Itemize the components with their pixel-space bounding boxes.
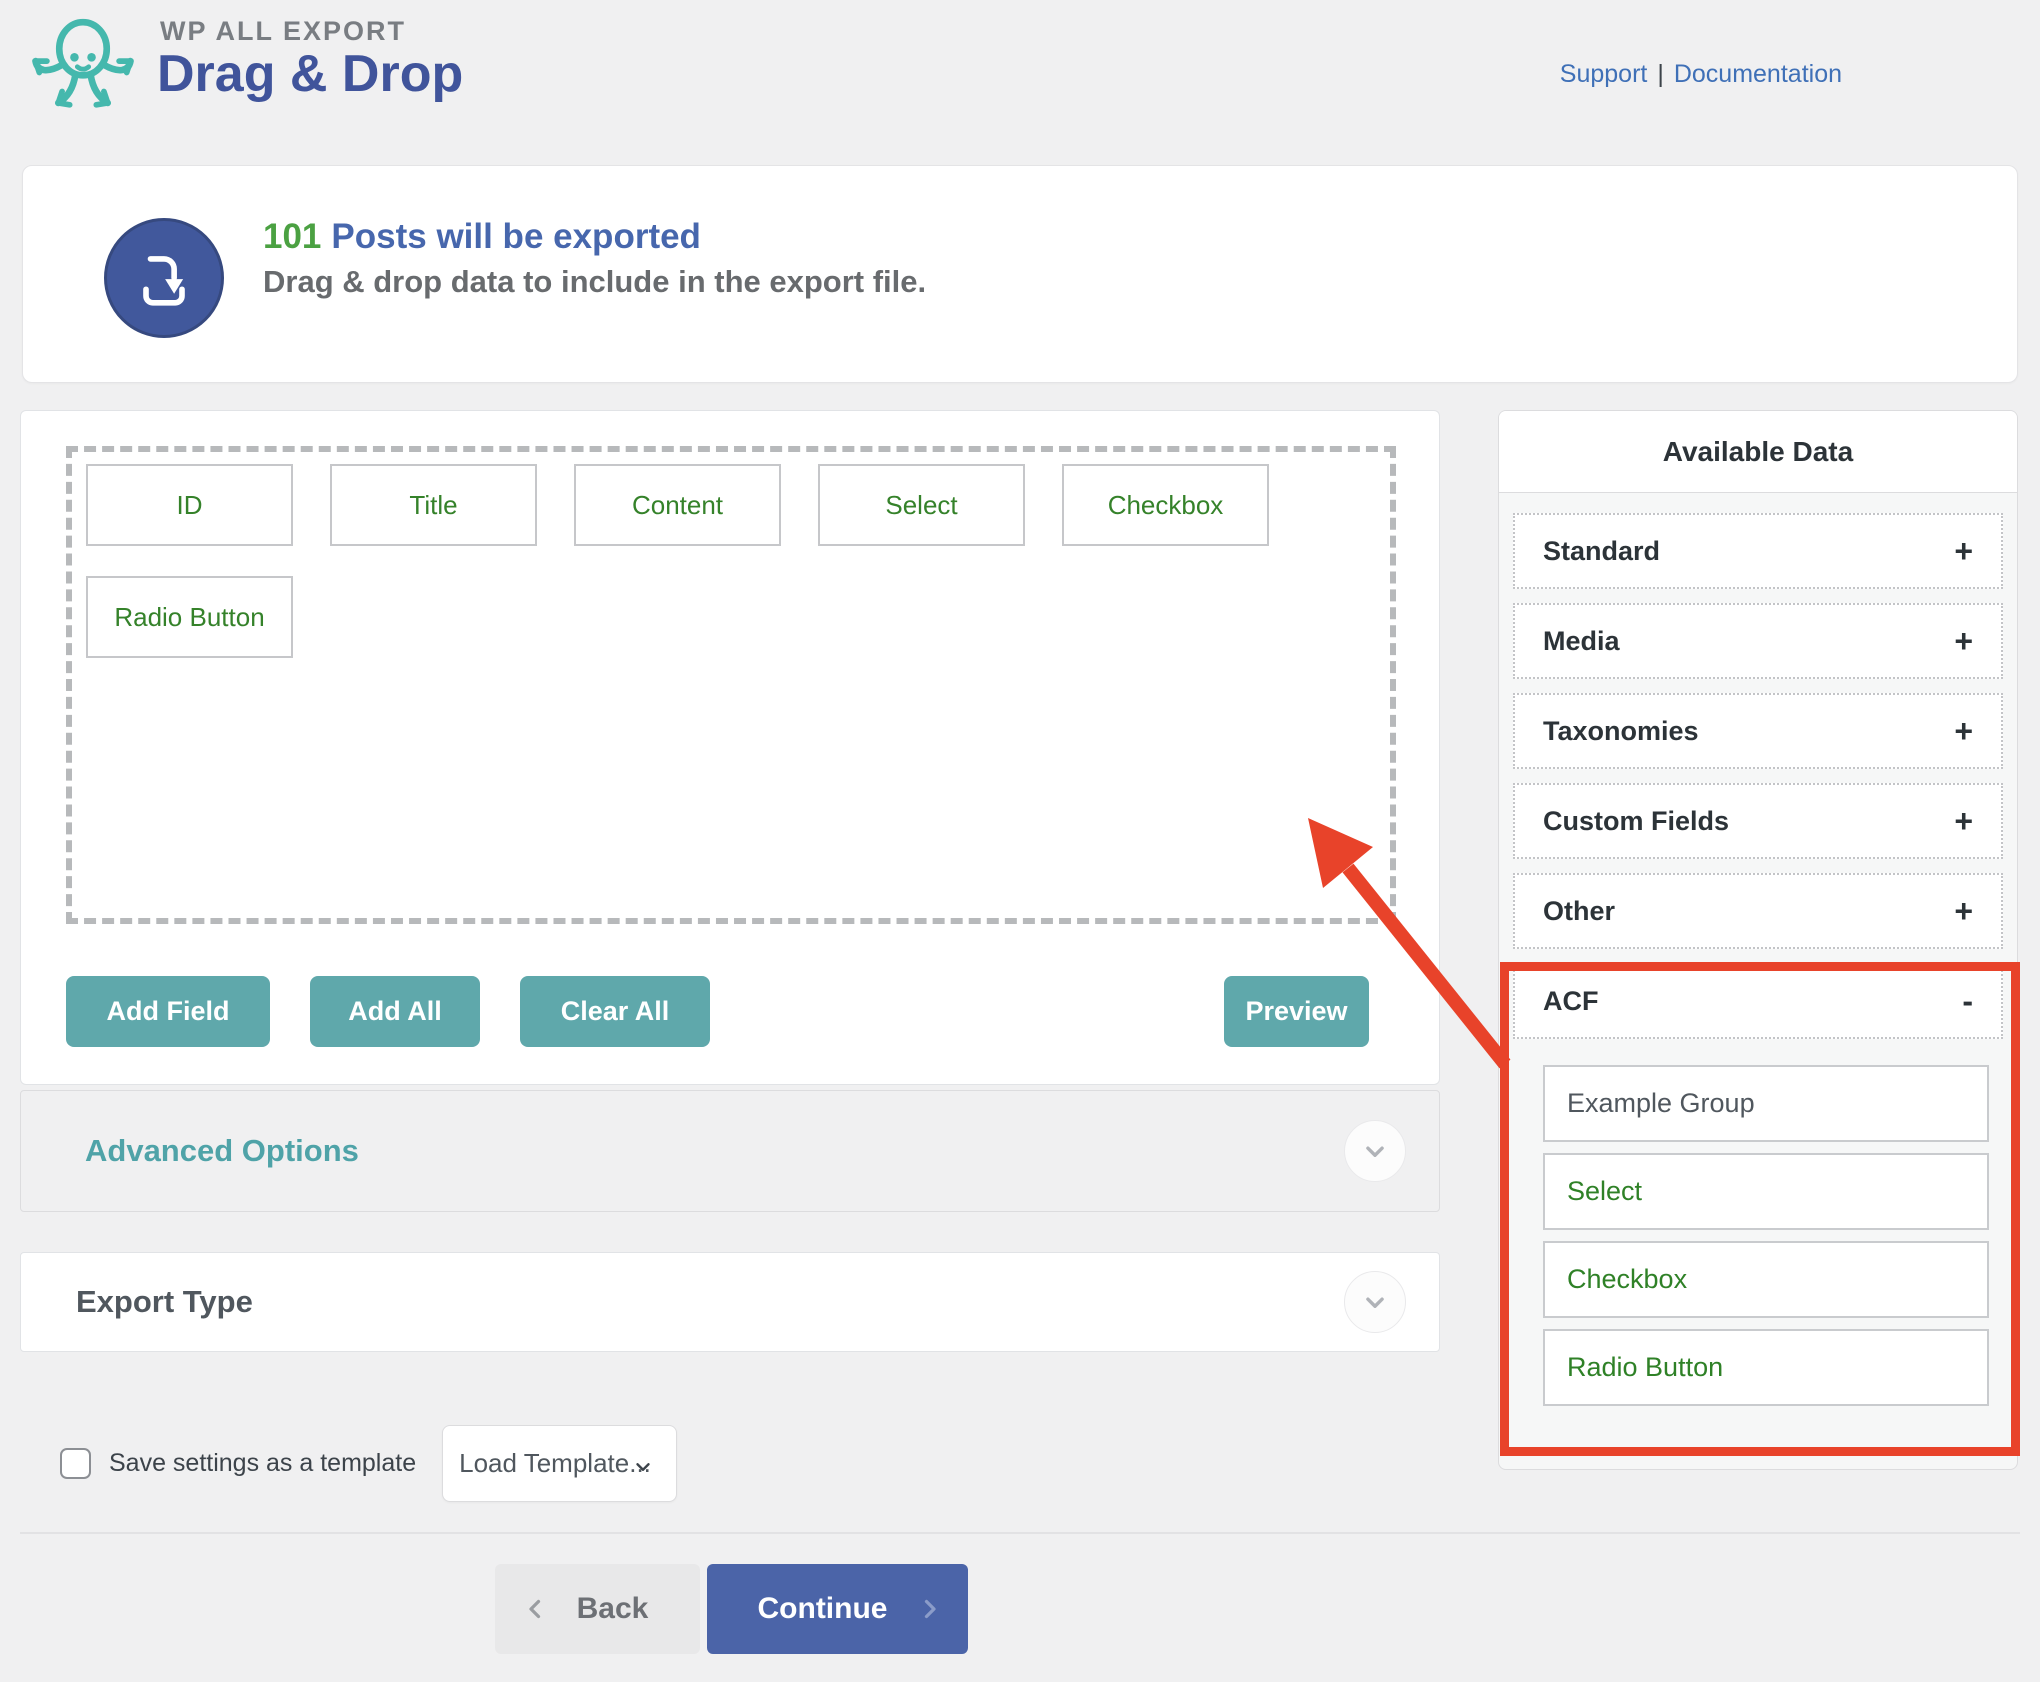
page-title: Drag & Drop xyxy=(157,44,463,104)
sidebar-group-taxonomies[interactable]: Taxonomies + xyxy=(1513,693,2003,769)
field-chip-content[interactable]: Content xyxy=(574,464,781,546)
continue-button[interactable]: Continue xyxy=(707,1564,968,1654)
builder-actions: Add Field Add All Clear All Preview xyxy=(66,976,1396,1047)
link-separator: | xyxy=(1657,60,1664,88)
field-chip-id[interactable]: ID xyxy=(86,464,293,546)
collapse-icon[interactable]: - xyxy=(1962,983,1973,1020)
acf-item-select[interactable]: Select xyxy=(1543,1153,1989,1230)
expand-icon[interactable]: + xyxy=(1954,533,1973,570)
download-icon xyxy=(104,218,224,338)
acf-item-radio-button[interactable]: Radio Button xyxy=(1543,1329,1989,1406)
export-headline: 101 Posts will be exported xyxy=(263,214,926,260)
expand-icon[interactable]: + xyxy=(1954,893,1973,930)
sidebar-group-custom-fields[interactable]: Custom Fields + xyxy=(1513,783,2003,859)
sidebar-group-other[interactable]: Other + xyxy=(1513,873,2003,949)
expand-icon[interactable]: + xyxy=(1954,713,1973,750)
save-template-checkbox[interactable] xyxy=(60,1448,91,1479)
export-subtitle: Drag & drop data to include in the expor… xyxy=(263,260,926,304)
page: WP ALL EXPORT Drag & Drop Support | Docume… xyxy=(0,0,2040,1682)
documentation-link[interactable]: Documentation xyxy=(1674,60,1842,88)
sidebar-group-media[interactable]: Media + xyxy=(1513,603,2003,679)
field-chip-radio-button[interactable]: Radio Button xyxy=(86,576,293,658)
preview-button[interactable]: Preview xyxy=(1224,976,1369,1047)
brand-name: WP ALL EXPORT xyxy=(160,16,406,47)
export-summary-text: 101 Posts will be exported Drag & drop da… xyxy=(263,214,926,304)
save-template-row: Save settings as a template Load Templat… xyxy=(60,1425,677,1502)
acf-item-checkbox[interactable]: Checkbox xyxy=(1543,1241,1989,1318)
field-chip-title[interactable]: Title xyxy=(330,464,537,546)
export-type-chevron-down-icon[interactable] xyxy=(1344,1271,1406,1333)
available-data-panel: Available Data Standard + Media + Taxono… xyxy=(1498,410,2018,1470)
expand-icon[interactable]: + xyxy=(1954,803,1973,840)
available-data-title: Available Data xyxy=(1499,411,2017,493)
chevron-right-icon xyxy=(914,1594,944,1624)
select-chevron-down-icon xyxy=(632,1454,654,1485)
add-field-button[interactable]: Add Field xyxy=(66,976,270,1047)
support-link[interactable]: Support xyxy=(1560,60,1648,88)
advanced-options-section[interactable]: Advanced Options xyxy=(20,1090,1440,1212)
export-builder-panel: ID Title Content Select Checkbox Radio B… xyxy=(20,410,1440,1085)
advanced-chevron-down-icon[interactable] xyxy=(1344,1120,1406,1182)
chevron-left-icon xyxy=(521,1594,551,1624)
load-template-select[interactable]: Load Template... xyxy=(442,1425,677,1502)
clear-all-button[interactable]: Clear All xyxy=(520,976,710,1047)
add-all-button[interactable]: Add All xyxy=(310,976,480,1047)
headline-text: Posts will be exported xyxy=(331,217,701,256)
acf-items-list: Example Group Select Checkbox Radio Butt… xyxy=(1513,1065,2003,1406)
load-template-value: Load Template... xyxy=(459,1448,651,1479)
post-count: 101 xyxy=(263,217,321,256)
field-chip-select[interactable]: Select xyxy=(818,464,1025,546)
expand-icon[interactable]: + xyxy=(1954,623,1973,660)
sidebar-group-standard[interactable]: Standard + xyxy=(1513,513,2003,589)
export-type-label: Export Type xyxy=(76,1284,253,1320)
advanced-options-label: Advanced Options xyxy=(85,1133,359,1169)
field-chip-checkbox[interactable]: Checkbox xyxy=(1062,464,1269,546)
save-template-label: Save settings as a template xyxy=(109,1449,416,1478)
octopus-logo-icon xyxy=(26,6,140,120)
export-type-section[interactable]: Export Type xyxy=(20,1252,1440,1352)
field-dropzone[interactable]: ID Title Content Select Checkbox Radio B… xyxy=(66,446,1396,924)
wizard-navigation: Back Continue xyxy=(495,1564,968,1654)
back-button[interactable]: Back xyxy=(495,1564,700,1654)
available-data-body: Standard + Media + Taxonomies + Custom F… xyxy=(1499,493,2017,1406)
sidebar-group-acf[interactable]: ACF - xyxy=(1513,963,2003,1039)
acf-item-example-group[interactable]: Example Group xyxy=(1543,1065,1989,1142)
export-summary-box: 101 Posts will be exported Drag & drop da… xyxy=(22,165,2018,383)
footer-divider xyxy=(20,1532,2020,1534)
header-links: Support | Documentation xyxy=(1560,60,1842,89)
